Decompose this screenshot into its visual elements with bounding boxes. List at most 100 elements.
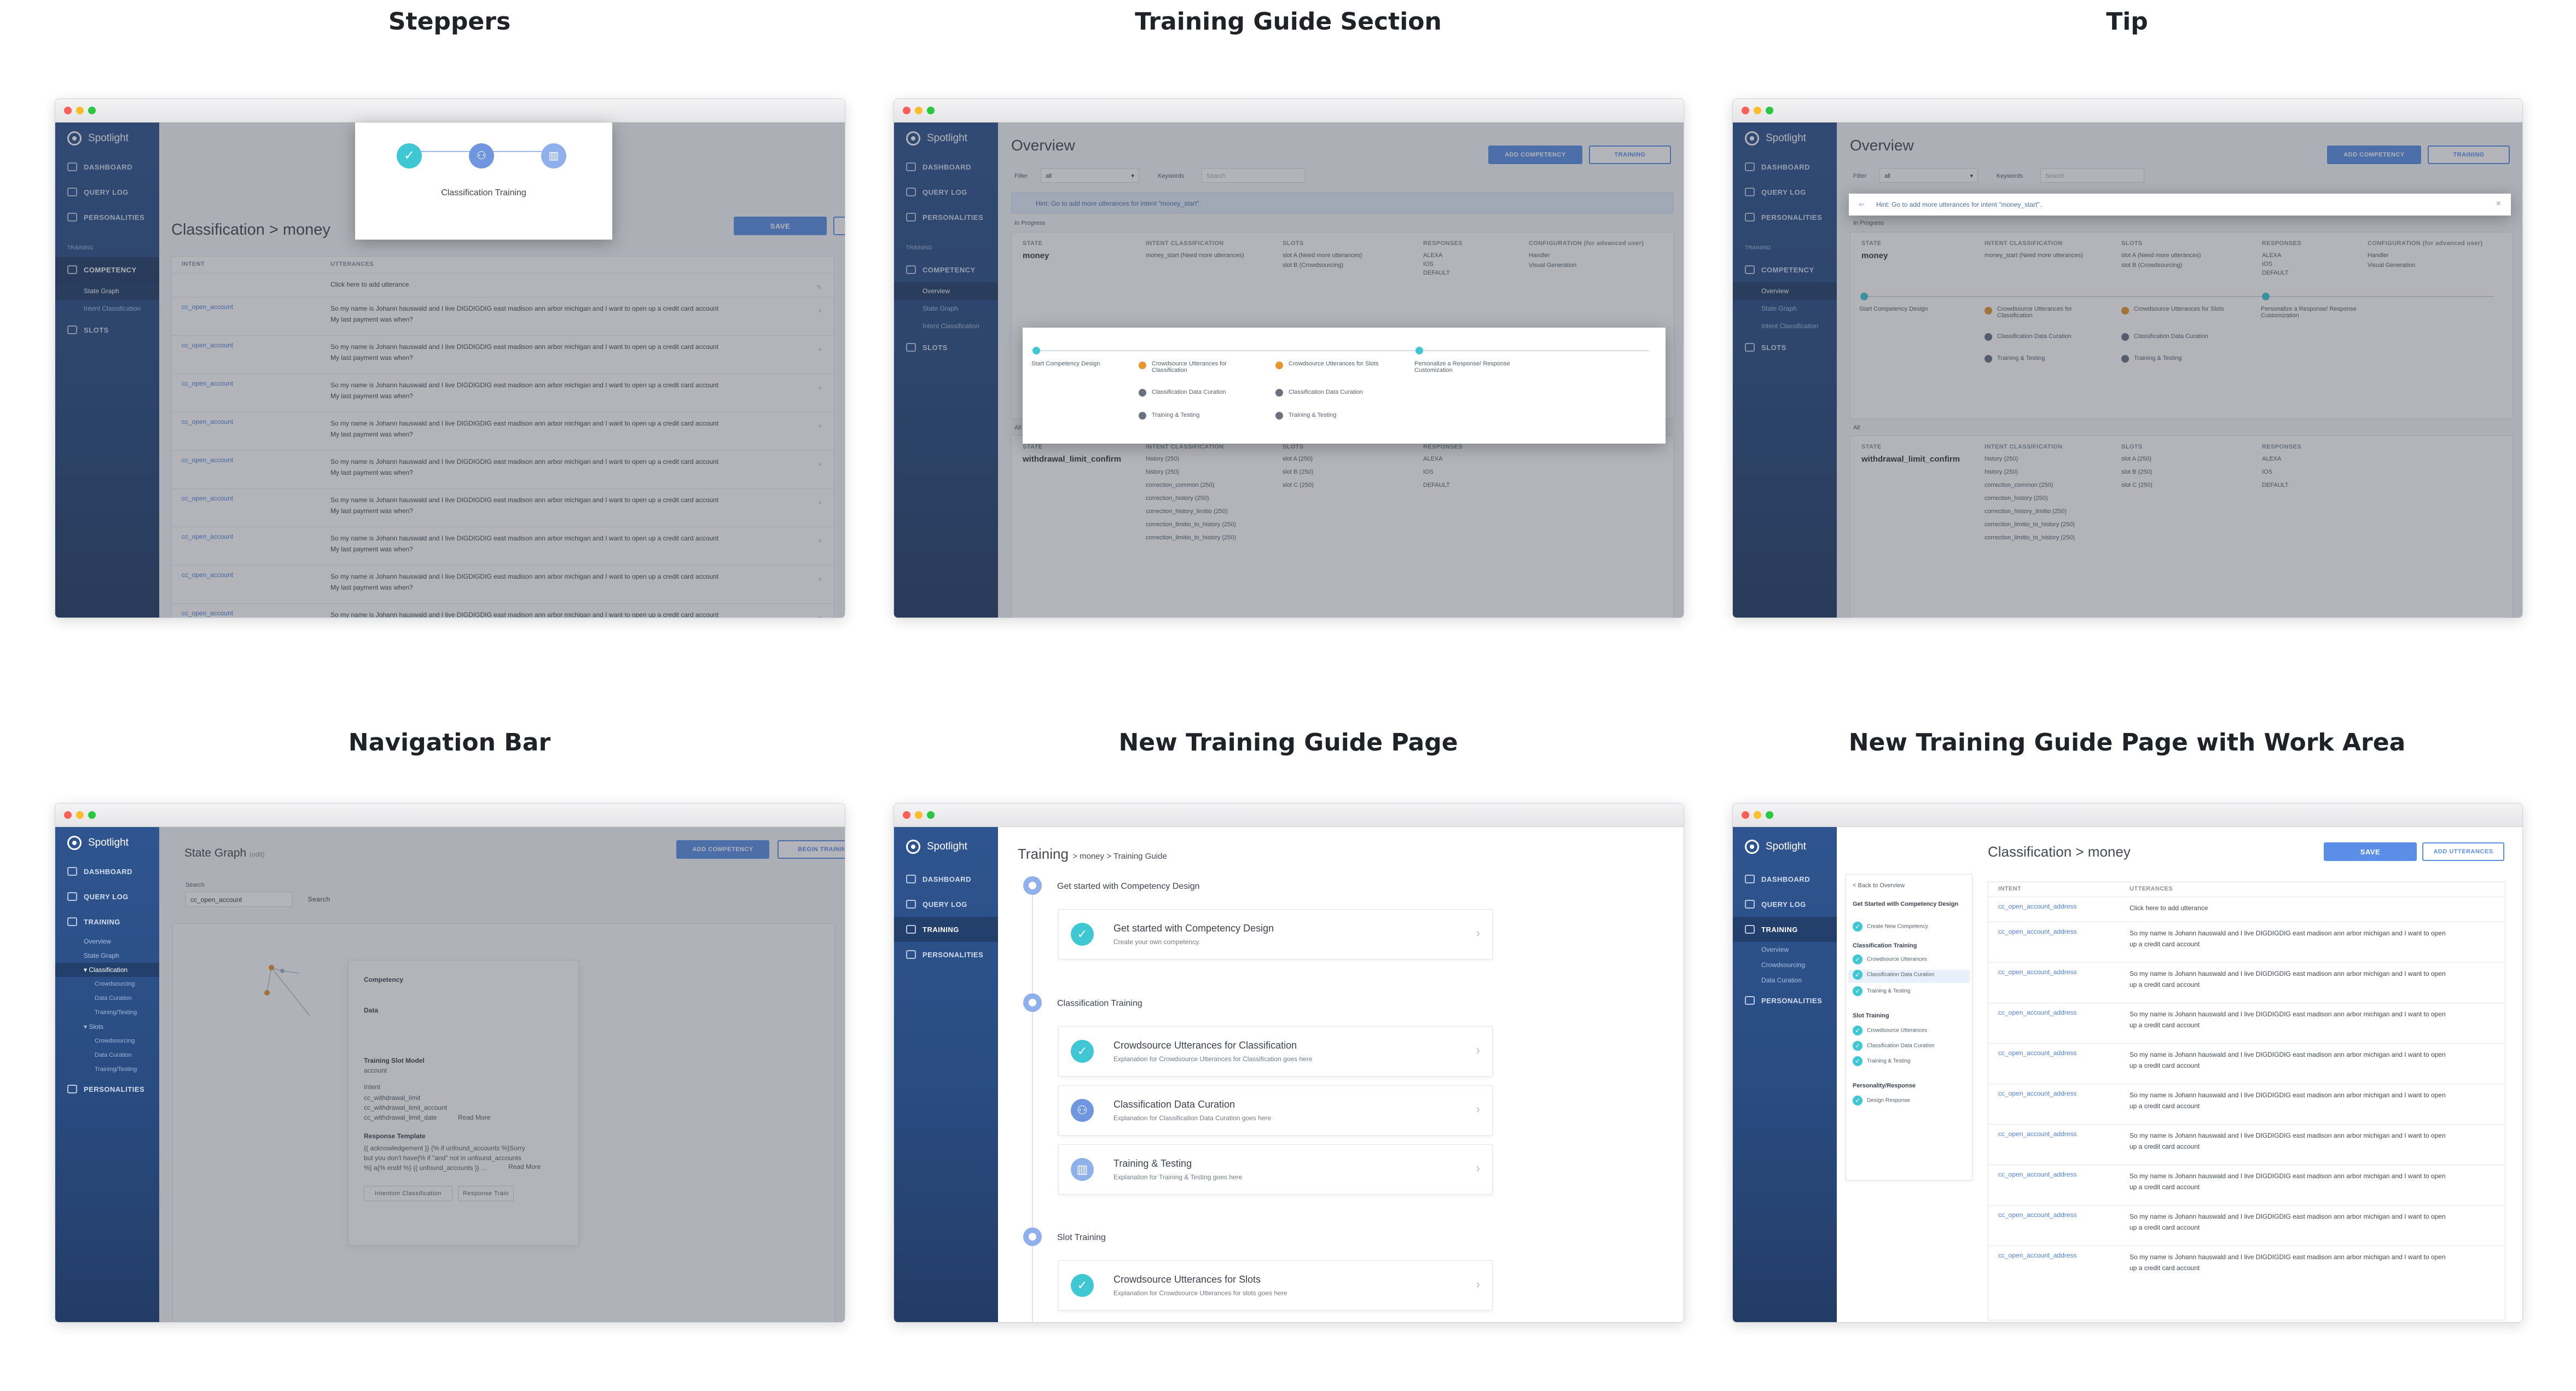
- step-done-icon[interactable]: [1415, 347, 1423, 354]
- step-pending-icon[interactable]: [1139, 362, 1146, 369]
- nav-query-log[interactable]: QUERY LOG: [894, 892, 998, 917]
- brand-name: Spotlight: [88, 837, 129, 848]
- guide-item[interactable]: ✓ Classification Data Curation: [1853, 1041, 1934, 1051]
- dim-overlay: [159, 827, 845, 1322]
- back-to-overview-link[interactable]: < Back to Overview: [1853, 882, 1905, 889]
- intent-link[interactable]: cc_open_account_address: [1998, 928, 2076, 935]
- step-pending-icon[interactable]: [1275, 362, 1283, 369]
- guide-card[interactable]: ✓ Get started with Competency Design Cre…: [1058, 909, 1493, 959]
- guide-card[interactable]: ⚇ Classification Data Curation Explanati…: [1058, 1085, 1493, 1136]
- maximize-window-button[interactable]: [1766, 811, 1773, 819]
- step-todo-icon[interactable]: [1275, 412, 1283, 420]
- query-log-icon: [67, 892, 77, 901]
- step-todo-icon[interactable]: [1139, 412, 1146, 420]
- table-row[interactable]: cc_open_account_address So my name is Joh…: [1988, 1165, 2505, 1206]
- guide-card[interactable]: ✓ Crowdsource Utterances for Slots Expla…: [1058, 1260, 1493, 1311]
- minimize-window-button[interactable]: [915, 811, 923, 819]
- intent-link[interactable]: cc_open_account_address: [1998, 1049, 2076, 1057]
- nav-dashboard[interactable]: DASHBOARD: [55, 859, 159, 884]
- add-utterances-button[interactable]: ADD UTTERANCES: [2422, 842, 2504, 861]
- close-icon[interactable]: ×: [2496, 199, 2501, 209]
- nav-training[interactable]: TRAINING: [55, 909, 159, 934]
- intent-link[interactable]: cc_open_account_address: [1998, 903, 2076, 910]
- table-row[interactable]: cc_open_account_address So my name is Joh…: [1988, 1084, 2505, 1125]
- nav-data-curation[interactable]: Data Curation: [1733, 973, 1837, 988]
- nav-dashboard[interactable]: DASHBOARD: [1733, 866, 1837, 892]
- table-row[interactable]: cc_open_account_address So my name is Joh…: [1988, 1205, 2505, 1246]
- minimize-window-button[interactable]: [1754, 811, 1761, 819]
- nav-personalities[interactable]: PERSONALITIES: [1733, 988, 1837, 1013]
- guide-item[interactable]: ✓ Create New Competency: [1853, 922, 1928, 932]
- nav-query-log[interactable]: QUERY LOG: [1733, 892, 1837, 917]
- intent-link[interactable]: cc_open_account_address: [1998, 968, 2076, 976]
- step-todo-icon[interactable]: [1275, 389, 1283, 397]
- add-utterance-row[interactable]: cc_open_account_address Click here to add…: [1988, 897, 2505, 922]
- intent-link[interactable]: cc_open_account_address: [1998, 1009, 2076, 1016]
- nav-training-testing[interactable]: Training/Testing: [55, 1005, 159, 1020]
- stepper-label: Classification Training: [441, 188, 526, 197]
- nav-personalities[interactable]: PERSONALITIES: [894, 942, 998, 967]
- nav-data-curation[interactable]: Data Curation: [55, 991, 159, 1005]
- intent-link[interactable]: cc_open_account_address: [1998, 1211, 2076, 1219]
- guide-item-selected[interactable]: ✓ Classification Data Curation: [1848, 970, 1970, 983]
- intent-link[interactable]: cc_open_account_address: [1998, 1130, 2076, 1138]
- nav-crowdsourcing[interactable]: Crowdsourcing: [55, 1034, 159, 1048]
- minimize-window-button[interactable]: [76, 811, 84, 819]
- nav-overview[interactable]: Overview: [55, 934, 159, 948]
- close-window-button[interactable]: [64, 107, 72, 114]
- nav-training-testing[interactable]: Training/Testing: [55, 1062, 159, 1076]
- close-window-button[interactable]: [1742, 811, 1749, 819]
- table-row[interactable]: cc_open_account_address So my name is Joh…: [1988, 1246, 2505, 1287]
- spotlight-logo-icon: [906, 840, 920, 854]
- guide-item[interactable]: ✓ Crowdsource Utterances: [1853, 955, 1927, 964]
- guide-item[interactable]: ✓ Crowdsource Utterances: [1853, 1026, 1927, 1035]
- nav-state-graph[interactable]: State Graph: [55, 948, 159, 963]
- maximize-window-button[interactable]: [88, 811, 96, 819]
- minimize-window-button[interactable]: [76, 107, 84, 114]
- table-row[interactable]: cc_open_account_address So my name is Joh…: [1988, 1124, 2505, 1165]
- maximize-window-button[interactable]: [88, 107, 96, 114]
- table-row[interactable]: cc_open_account_address So my name is Joh…: [1988, 1003, 2505, 1044]
- close-window-button[interactable]: [903, 811, 910, 819]
- maximize-window-button[interactable]: [927, 811, 935, 819]
- table-row[interactable]: cc_open_account_address So my name is Joh…: [1988, 1043, 2505, 1084]
- maximize-window-button[interactable]: [1766, 107, 1773, 114]
- nav-data-curation[interactable]: Data Curation: [55, 1048, 159, 1062]
- step-done-icon[interactable]: [1032, 347, 1040, 354]
- nav-personalities-label: PERSONALITIES: [1761, 996, 1823, 1005]
- guide-card[interactable]: ✓ Crowdsource Utterances for Classificat…: [1058, 1026, 1493, 1076]
- guide-card[interactable]: ▥ Training & Testing Explanation for Tra…: [1058, 1144, 1493, 1195]
- close-window-button[interactable]: [1742, 107, 1749, 114]
- guide-item[interactable]: ✓ Training & Testing: [1853, 1056, 1911, 1066]
- nav-crowdsourcing[interactable]: Crowdsourcing: [55, 977, 159, 991]
- minimize-window-button[interactable]: [1754, 107, 1761, 114]
- close-window-button[interactable]: [903, 107, 910, 114]
- add-utterance-placeholder[interactable]: Click here to add utterance: [2130, 903, 2480, 913]
- nav-personalities[interactable]: PERSONALITIES: [55, 1076, 159, 1102]
- table-row[interactable]: cc_open_account_address So my name is Joh…: [1988, 962, 2505, 1003]
- step-testing-icon[interactable]: ▥: [541, 143, 566, 168]
- guide-item[interactable]: ✓ Design Response: [1853, 1096, 1910, 1105]
- nav-slots[interactable]: ▾ Slots: [55, 1020, 159, 1034]
- intent-link[interactable]: cc_open_account_address: [1998, 1090, 2076, 1097]
- maximize-window-button[interactable]: [927, 107, 935, 114]
- guide-item[interactable]: ✓ Training & Testing: [1853, 986, 1911, 996]
- close-window-button[interactable]: [64, 811, 72, 819]
- nav-crowdsourcing[interactable]: Crowdsourcing: [1733, 957, 1837, 973]
- nav-overview[interactable]: Overview: [1733, 942, 1837, 957]
- step-todo-icon[interactable]: [1139, 389, 1146, 397]
- nav-classification[interactable]: ▾ Classification: [55, 963, 159, 977]
- utterance-line: up a credit card account: [2130, 1264, 2200, 1272]
- nav-dashboard[interactable]: DASHBOARD: [894, 866, 998, 892]
- save-button[interactable]: SAVE: [2324, 842, 2417, 861]
- step-complete-check-icon[interactable]: ✓: [397, 143, 422, 168]
- intent-link[interactable]: cc_open_account_address: [1998, 1252, 2076, 1259]
- nav-training[interactable]: TRAINING: [1733, 917, 1837, 942]
- intent-link[interactable]: cc_open_account_address: [1998, 1171, 2076, 1178]
- step-classification-icon[interactable]: ⚇: [469, 143, 494, 168]
- minimize-window-button[interactable]: [915, 107, 923, 114]
- guide-step-label: Crowdsource Utterances for Classificatio…: [1152, 360, 1227, 374]
- nav-query-log[interactable]: QUERY LOG: [55, 884, 159, 909]
- table-row[interactable]: cc_open_account_address So my name is Joh…: [1988, 922, 2505, 963]
- nav-training[interactable]: TRAINING: [894, 917, 998, 942]
